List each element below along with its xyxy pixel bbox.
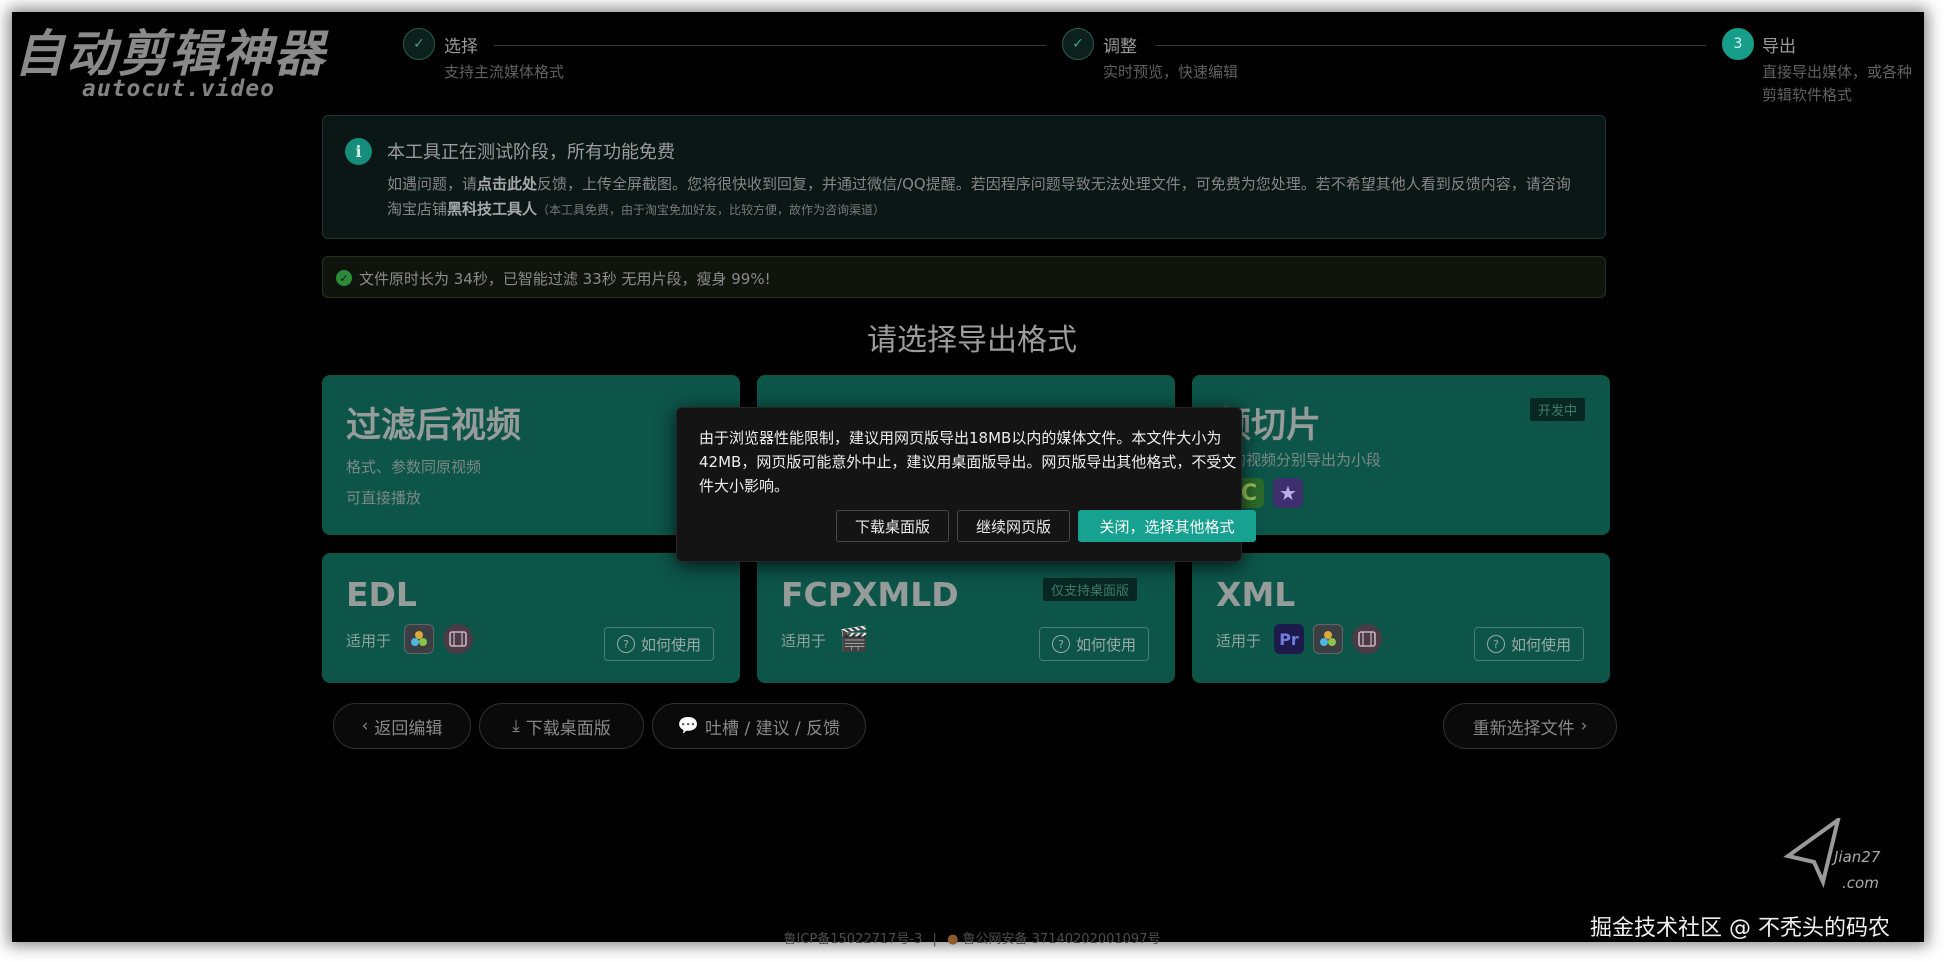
watermark-logo: Jian27 .com <box>1778 815 1898 898</box>
chevron-left-icon: ‹ <box>361 716 369 736</box>
step-desc: 直接导出媒体，或各种 <box>1762 63 1913 81</box>
success-alert: ✓ 文件原时长为 34秒，已智能过滤 33秒 无用片段，瘦身 99%! <box>322 256 1606 298</box>
watermark-text: 掘金技术社区 @ 不秃头的码农 <box>1590 916 1890 941</box>
info-note: （本工具免费，由于淘宝免加好友，比较方便，故作为咨询渠道） <box>537 203 886 217</box>
applies-to-label: 适用于 <box>1216 632 1262 650</box>
app-icons: C ★ <box>1234 478 1303 508</box>
imovie-icon: ★ <box>1273 478 1303 508</box>
davinci-resolve-icon <box>1313 624 1343 654</box>
step-desc: 剪辑软件格式 <box>1762 86 1853 104</box>
davinci-resolve-icon <box>404 624 434 654</box>
step-desc: 支持主流媒体格式 <box>444 63 565 81</box>
back-to-edit-button[interactable]: ‹ 返回编辑 <box>333 703 471 749</box>
question-icon: ? <box>616 635 635 653</box>
step-title: 选择 <box>444 37 478 57</box>
feedback-link[interactable]: 点击此处 <box>477 175 537 193</box>
app-icons: 🎬 <box>839 624 869 654</box>
step-connector <box>494 45 1046 46</box>
download-desktop-button[interactable]: ⤓ 下载桌面版 <box>479 703 644 749</box>
police-badge-icon: ● <box>947 932 959 947</box>
how-to-use-button[interactable]: ? 如何使用 <box>1474 627 1584 661</box>
info-alert: i 本工具正在测试阶段，所有功能免费 如遇问题，请点击此处反馈，上传全屏截图。您… <box>322 115 1606 239</box>
icp-record-link[interactable]: 鲁ICP备15022717号-3 <box>784 932 923 947</box>
police-record-link[interactable]: 鲁公网安备 37140202001097号 <box>963 932 1161 947</box>
final-cut-pro-icon: 🎬 <box>839 625 869 653</box>
success-check-icon: ✓ <box>336 270 352 286</box>
card-title: FCPXMLD <box>781 575 959 614</box>
dialog-message: 由于浏览器性能限制，建议用网页版导出18MB以内的媒体文件。本文件大小为42MB… <box>699 429 1237 495</box>
applies-to-label: 适用于 <box>781 632 827 650</box>
check-icon: ✓ <box>403 28 435 60</box>
step-desc: 实时预览，快速编辑 <box>1103 63 1239 81</box>
reselect-file-button[interactable]: 重新选择文件 › <box>1443 703 1617 749</box>
card-title: XML <box>1216 575 1296 614</box>
card-fcpxmld[interactable]: 仅支持桌面版 FCPXMLD 适用于 🎬 ? 如何使用 <box>757 553 1175 683</box>
card-edl[interactable]: EDL 适用于 ? 如何使用 <box>322 553 740 683</box>
applies-to-label: 适用于 <box>346 632 392 650</box>
card-title: EDL <box>346 575 417 614</box>
close-choose-other-format-button[interactable]: 关闭，选择其他格式 <box>1078 510 1256 542</box>
taobao-shop-name: 黑科技工具人 <box>447 200 538 218</box>
info-title: 本工具正在测试阶段，所有功能免费 <box>387 142 675 163</box>
app-icons: Pr <box>1274 624 1382 654</box>
feedback-button[interactable]: 💬 吐槽 / 建议 / 反馈 <box>652 703 866 749</box>
continue-web-button[interactable]: 继续网页版 <box>957 510 1070 542</box>
download-icon: ⤓ <box>512 716 520 736</box>
chevron-right-icon: › <box>1580 716 1588 736</box>
card-desc: 可直接播放 <box>346 489 422 507</box>
success-text: 文件原时长为 34秒，已智能过滤 33秒 无用片段，瘦身 99%! <box>359 270 771 288</box>
check-icon: ✓ <box>1062 28 1094 60</box>
card-title: 过滤后视频 <box>346 406 522 446</box>
app-icons <box>404 624 473 654</box>
premiere-pro-icon: Pr <box>1274 624 1304 654</box>
page-title: 请选择导出格式 <box>867 323 1077 358</box>
step-title: 调整 <box>1103 37 1137 57</box>
brand-logo-subtitle: autocut.video <box>82 76 276 102</box>
how-to-use-button[interactable]: ? 如何使用 <box>1039 627 1149 661</box>
question-icon: ? <box>1486 635 1505 653</box>
desktop-only-badge: 仅支持桌面版 <box>1042 577 1139 602</box>
card-xml[interactable]: XML 适用于 Pr ? 如何使用 <box>1192 553 1610 683</box>
how-to-use-button[interactable]: ? 如何使用 <box>604 627 714 661</box>
download-desktop-button[interactable]: 下载桌面版 <box>836 510 949 542</box>
question-icon: ? <box>1051 635 1070 653</box>
card-desc: 格式、参数同原视频 <box>346 458 482 476</box>
step-title: 导出 <box>1762 37 1796 57</box>
info-body: 如遇问题，请点击此处反馈，上传全屏截图。您将很快收到回复，并通过微信/QQ提醒。… <box>387 175 1571 218</box>
step-connector <box>1156 45 1706 46</box>
step-number-3: 3 <box>1722 28 1754 60</box>
file-size-warning-dialog: 由于浏览器性能限制，建议用网页版导出18MB以内的媒体文件。本文件大小为42MB… <box>676 407 1256 562</box>
chat-icon: 💬 <box>677 716 700 736</box>
info-icon: i <box>345 138 372 165</box>
film-reel-icon <box>443 624 473 654</box>
film-reel-icon <box>1352 624 1382 654</box>
in-development-badge: 开发中 <box>1529 397 1587 422</box>
